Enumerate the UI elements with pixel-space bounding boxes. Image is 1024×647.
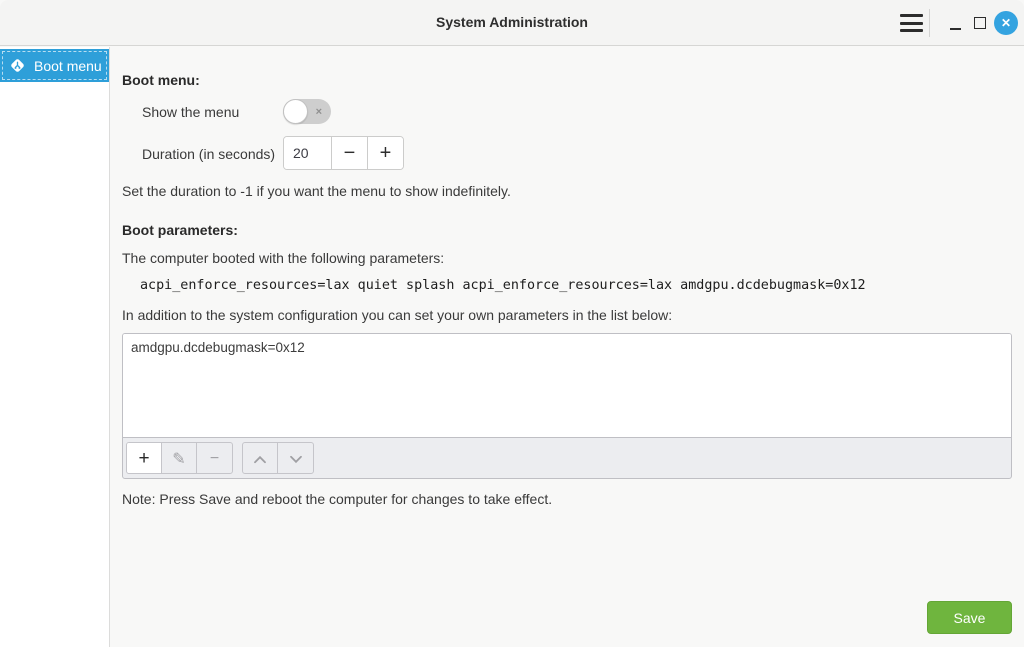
sidebar-item-label: Boot menu <box>34 58 102 74</box>
minus-icon: − <box>344 142 356 165</box>
boot-diamond-icon <box>9 57 26 74</box>
toggle-knob <box>283 99 308 124</box>
toggle-off-icon: × <box>316 105 322 117</box>
parameters-toolbar: + ✎ − <box>123 438 1011 478</box>
move-up-button[interactable] <box>243 443 278 474</box>
remove-parameter-button[interactable]: − <box>197 443 232 474</box>
window-title: System Administration <box>0 14 1024 30</box>
plus-icon: + <box>380 142 392 165</box>
sidebar: Boot menu <box>0 47 110 647</box>
show-menu-toggle[interactable]: × <box>283 99 331 124</box>
booted-params-value: acpi_enforce_resources=lax quiet splash … <box>140 278 866 293</box>
titlebar: System Administration ✕ <box>0 0 1024 46</box>
duration-hint: Set the duration to -1 if you want the m… <box>122 183 511 199</box>
save-button[interactable]: Save <box>927 601 1012 634</box>
close-button[interactable]: ✕ <box>994 11 1018 35</box>
plus-icon: + <box>138 448 149 470</box>
boot-menu-heading: Boot menu: <box>122 72 200 88</box>
minimize-button[interactable] <box>950 28 961 30</box>
custom-params-label: In addition to the system configuration … <box>122 307 672 323</box>
move-down-button[interactable] <box>278 443 313 474</box>
titlebar-separator <box>929 9 930 37</box>
boot-parameters-heading: Boot parameters: <box>122 222 238 238</box>
duration-label: Duration (in seconds) <box>142 146 275 162</box>
duration-spinbutton: − + <box>283 136 404 170</box>
duration-decrement-button[interactable]: − <box>331 137 367 169</box>
duration-input[interactable] <box>284 137 331 169</box>
edit-parameter-button[interactable]: ✎ <box>162 443 197 474</box>
chevron-up-icon <box>253 455 267 464</box>
parameters-list: amdgpu.dcdebugmask=0x12 + ✎ − <box>122 333 1012 479</box>
edit-button-group: + ✎ − <box>126 442 233 474</box>
booted-params-label: The computer booted with the following p… <box>122 250 444 266</box>
minus-icon: − <box>210 450 219 468</box>
add-parameter-button[interactable]: + <box>127 443 162 474</box>
hamburger-bar <box>900 22 923 25</box>
pencil-icon: ✎ <box>172 449 185 469</box>
parameter-list-item[interactable]: amdgpu.dcdebugmask=0x12 <box>123 334 1011 361</box>
close-icon: ✕ <box>1001 16 1011 30</box>
move-button-group <box>242 442 314 474</box>
hamburger-bar <box>900 14 923 17</box>
main-content: Boot menu: Show the menu × Duration (in … <box>111 47 1024 647</box>
hamburger-menu-icon[interactable] <box>900 14 924 32</box>
chevron-down-icon <box>289 455 303 464</box>
hamburger-bar <box>900 29 923 32</box>
show-menu-label: Show the menu <box>142 104 239 120</box>
parameters-rows: amdgpu.dcdebugmask=0x12 <box>123 334 1011 438</box>
duration-increment-button[interactable]: + <box>367 137 403 169</box>
save-note: Note: Press Save and reboot the computer… <box>122 491 552 507</box>
save-button-label: Save <box>954 610 986 626</box>
maximize-button[interactable] <box>974 17 986 29</box>
sidebar-item-boot-menu[interactable]: Boot menu <box>0 49 109 82</box>
